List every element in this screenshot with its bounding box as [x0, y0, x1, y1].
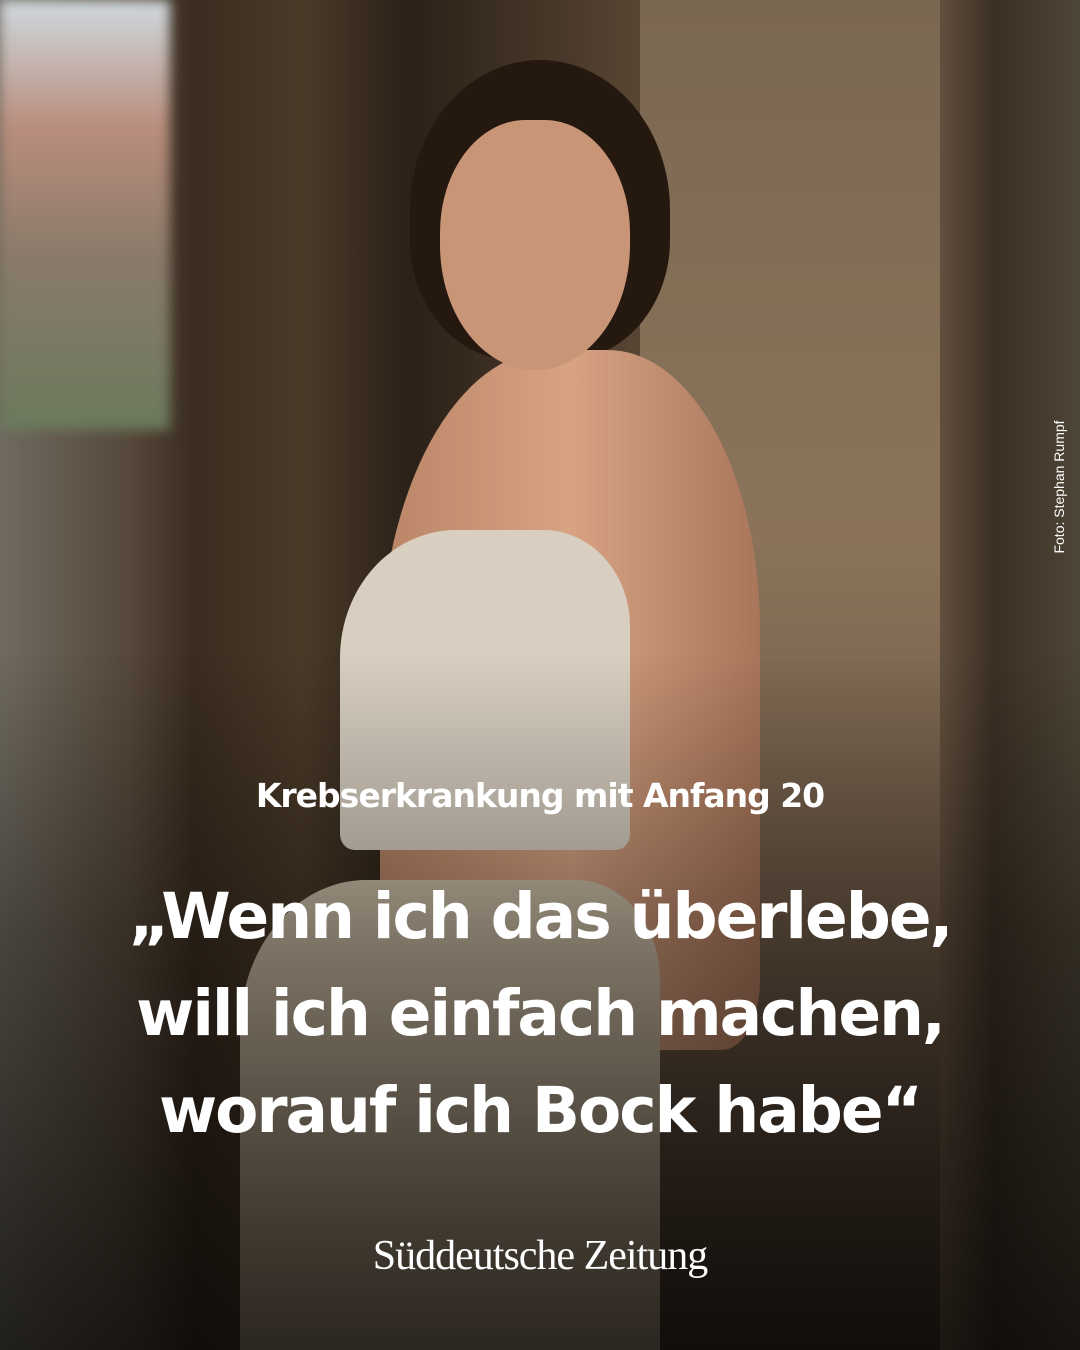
headline-quote: „Wenn ich das überlebe, will ich einfach… [0, 868, 1080, 1159]
background-street-photo [0, 0, 170, 430]
headline-line: „Wenn ich das überlebe, [128, 880, 954, 953]
headline-line: will ich einfach machen, [136, 977, 946, 1050]
photo-credit: Foto: Stephan Rumpf [1051, 420, 1067, 554]
face [440, 120, 630, 370]
publisher-logo: Süddeutsche Zeitung [372, 1233, 708, 1279]
post-image: Krebserkrankung mit Anfang 20 „Wenn ich … [0, 0, 1080, 1350]
headline-line: worauf ich Bock habe“ [158, 1074, 923, 1147]
kicker: Krebserkrankung mit Anfang 20 [255, 776, 825, 815]
